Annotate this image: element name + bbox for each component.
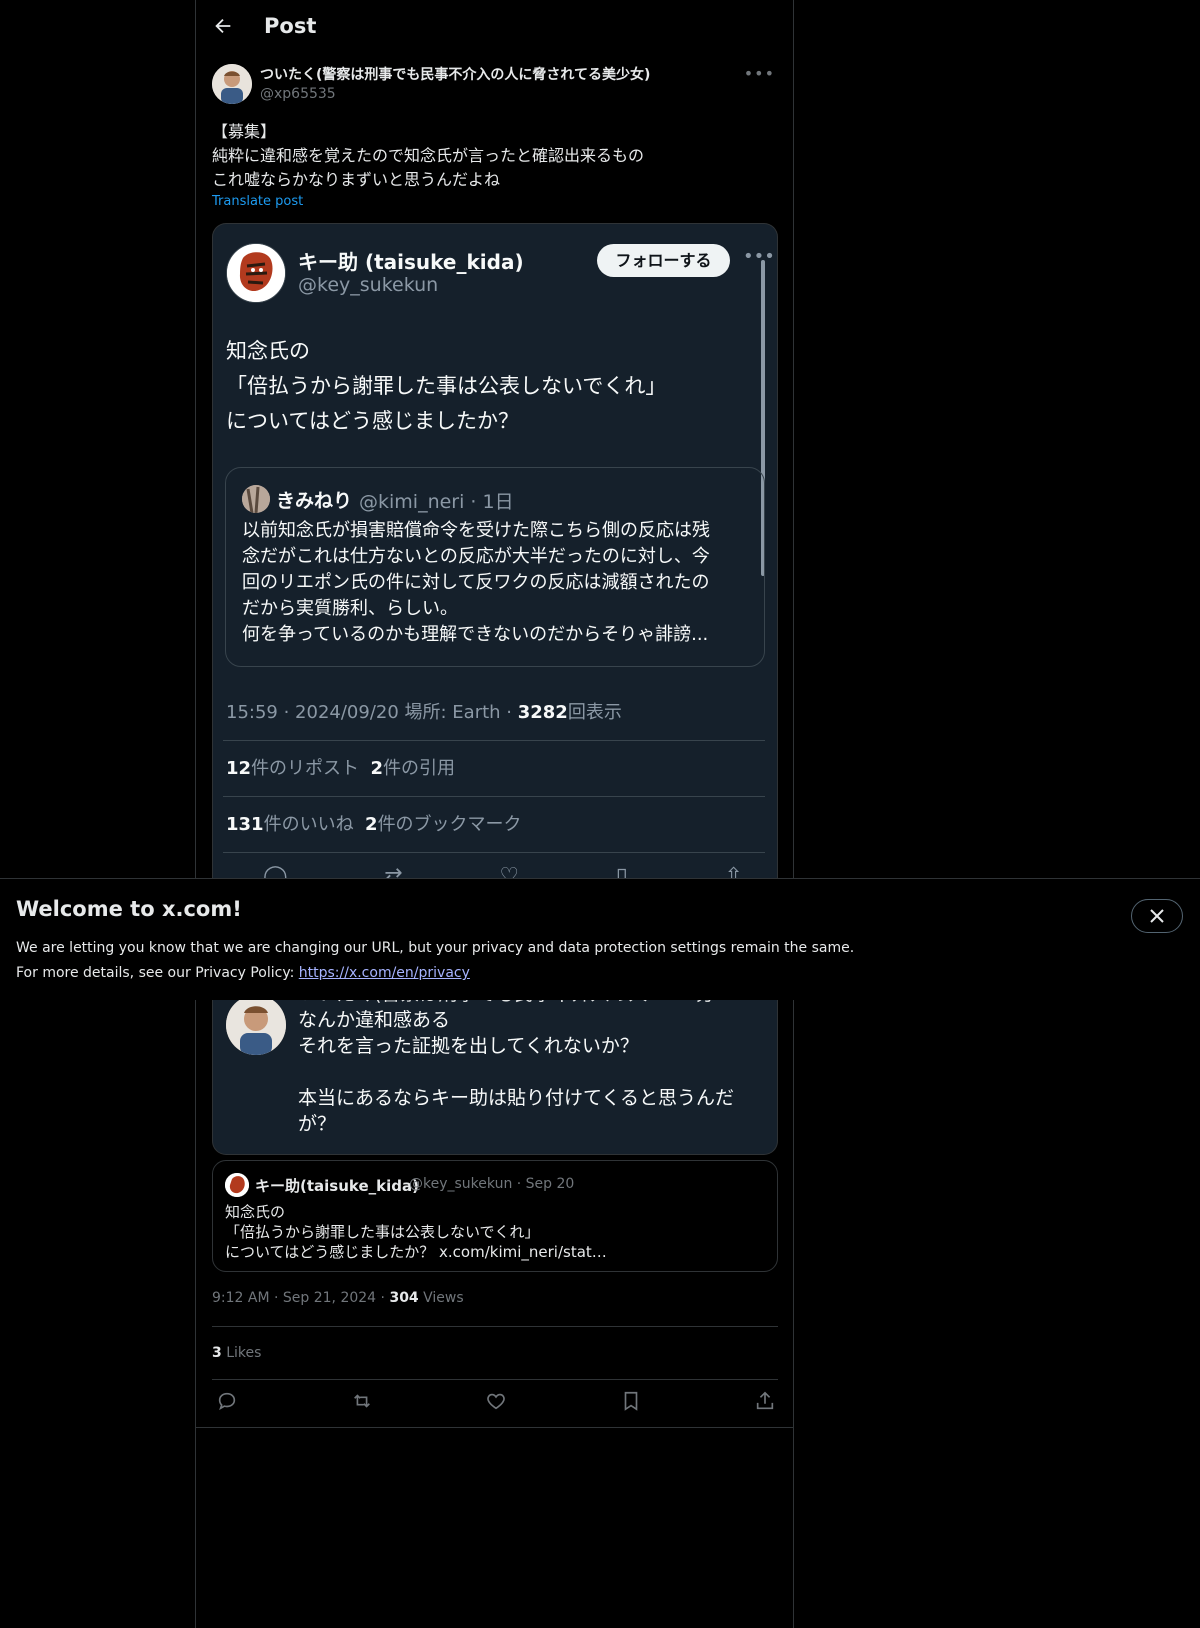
embed-quoted-post[interactable]: きみねり @kimi_neri · 1日 以前知念氏が損害賠償命令を受けた際こち…: [225, 467, 765, 667]
embed-likes-row[interactable]: 131件のいいね 2件のブックマーク: [226, 810, 522, 836]
post-time[interactable]: 9:12 AM: [212, 1290, 270, 1306]
embed-time-text: 15:59 · 2024/09/20 場所: Earth ·: [226, 702, 518, 723]
embed-author-handle[interactable]: @key_sukekun: [298, 274, 438, 296]
post-timestamp-row: 9:12 AM · Sep 21, 2024 · 304 Views: [212, 1290, 464, 1306]
embed-divider: [223, 740, 765, 741]
reply-text: なんか違和感ある それを言った証拠を出してくれないか？ 本当にあるならキー助は貼…: [298, 1009, 735, 1135]
page-title: Post: [264, 14, 317, 38]
welcome-banner: Welcome to x.com! We are letting you kno…: [0, 878, 1200, 1000]
embed-views-count: 3282: [517, 702, 568, 723]
author-handle[interactable]: @xp65535: [260, 86, 336, 102]
divider: [212, 1379, 778, 1380]
banner-text: We are letting you know that we are chan…: [16, 936, 854, 986]
embed-avatar[interactable]: [226, 243, 286, 303]
embed-bookmarks-count: 2: [365, 814, 378, 835]
divider: [212, 1326, 778, 1327]
embed-likes-count: 131: [226, 814, 264, 835]
reply-avatar[interactable]: [226, 995, 286, 1055]
more-horizontal-icon[interactable]: •••: [744, 64, 775, 83]
embed-reposts-label: 件のリポスト: [251, 758, 360, 779]
embed-views-label: 回表示: [567, 702, 622, 723]
header: Post: [212, 12, 316, 42]
embed-quotes-label: 件の引用: [383, 758, 456, 779]
author-avatar[interactable]: [212, 64, 252, 104]
banner-line-1: We are letting you know that we are chan…: [16, 940, 855, 956]
reply-icon[interactable]: [216, 1390, 238, 1412]
likes-label: Likes: [226, 1345, 262, 1361]
quote-meta: @kimi_neri · 1日: [359, 491, 514, 513]
arrow-left-icon[interactable]: [212, 15, 236, 39]
embedded-reply[interactable]: ついたく(警察は刑事でも民事不介入の人... · 1分 なんか違和感ある それを…: [212, 985, 778, 1155]
separator-dot: ·: [274, 1290, 283, 1306]
views-label: Views: [423, 1290, 464, 1306]
quote-avatar: [242, 485, 270, 513]
quoted-meta: @key_sukekun · Sep 20: [409, 1176, 575, 1192]
bookmark-icon[interactable]: [620, 1390, 642, 1412]
embed-quotes-count: 2: [370, 758, 384, 779]
follow-button[interactable]: フォローする: [597, 244, 730, 277]
author-name[interactable]: ついたく(警察は刑事でも民事不介入の人に脅されてる美少女): [260, 64, 650, 84]
embed-author-name[interactable]: キー助 (taisuke_kida): [298, 246, 524, 275]
quoted-post-card[interactable]: キー助(taisuke_kida) @key_sukekun · Sep 20 …: [212, 1160, 778, 1272]
embed-post-text: 知念氏の 「倍払うから謝罪した事は公表しないでくれ」 についてはどう感じましたか…: [226, 339, 667, 433]
banner-title: Welcome to x.com!: [16, 897, 242, 921]
privacy-policy-link[interactable]: https://x.com/en/privacy: [299, 965, 470, 981]
embed-likes-label: 件のいいね: [263, 814, 354, 835]
heart-icon[interactable]: [485, 1390, 507, 1412]
post-date[interactable]: Sep 21, 2024: [283, 1290, 376, 1306]
banner-line-2: For more details, see our Privacy Policy…: [16, 965, 299, 981]
embed-timestamp: 15:59 · 2024/09/20 場所: Earth · 3282回表示: [226, 698, 622, 724]
share-icon[interactable]: [754, 1390, 776, 1412]
post-text: 【募集】 純粋に違和感を覚えたので知念氏が言ったと確認出来るもの これ嘘ならかな…: [212, 122, 645, 189]
embed-divider: [223, 852, 765, 853]
repost-icon[interactable]: [351, 1390, 373, 1412]
likes-count: 3: [212, 1345, 222, 1361]
close-icon[interactable]: [1131, 899, 1183, 933]
quoted-author-name: キー助(taisuke_kida): [255, 1177, 419, 1195]
quote-text: 以前知念氏が損害賠償命令を受けた際こちら側の反応は残 念だがこれは仕方ないとの反…: [242, 520, 710, 645]
embed-bookmarks-label: 件のブックマーク: [377, 814, 522, 835]
quoted-avatar: [225, 1173, 249, 1197]
likes-row[interactable]: 3 Likes: [212, 1345, 261, 1361]
embed-reposts-count: 12: [226, 758, 252, 779]
translate-post-link[interactable]: Translate post: [212, 194, 303, 209]
views-count: 304: [389, 1290, 419, 1306]
embed-more-icon[interactable]: •••: [743, 246, 775, 267]
quoted-text: 知念氏の 「倍払うから謝罪した事は公表しないでくれ」 についてはどう感じましたか…: [225, 1203, 607, 1261]
column-bottom-border: [196, 1427, 793, 1428]
main-column: Post ついたく(警察は刑事でも民事不介入の人に脅されてる美少女) @xp65…: [195, 0, 794, 1628]
quote-author-name[interactable]: きみねり: [276, 486, 352, 513]
embed-repost-row[interactable]: 12件のリポスト 2件の引用: [226, 754, 455, 780]
embedded-post[interactable]: キー助 (taisuke_kida) @key_sukekun フォローする •…: [212, 223, 778, 880]
action-bar: [216, 1390, 776, 1412]
embed-divider: [223, 796, 765, 797]
